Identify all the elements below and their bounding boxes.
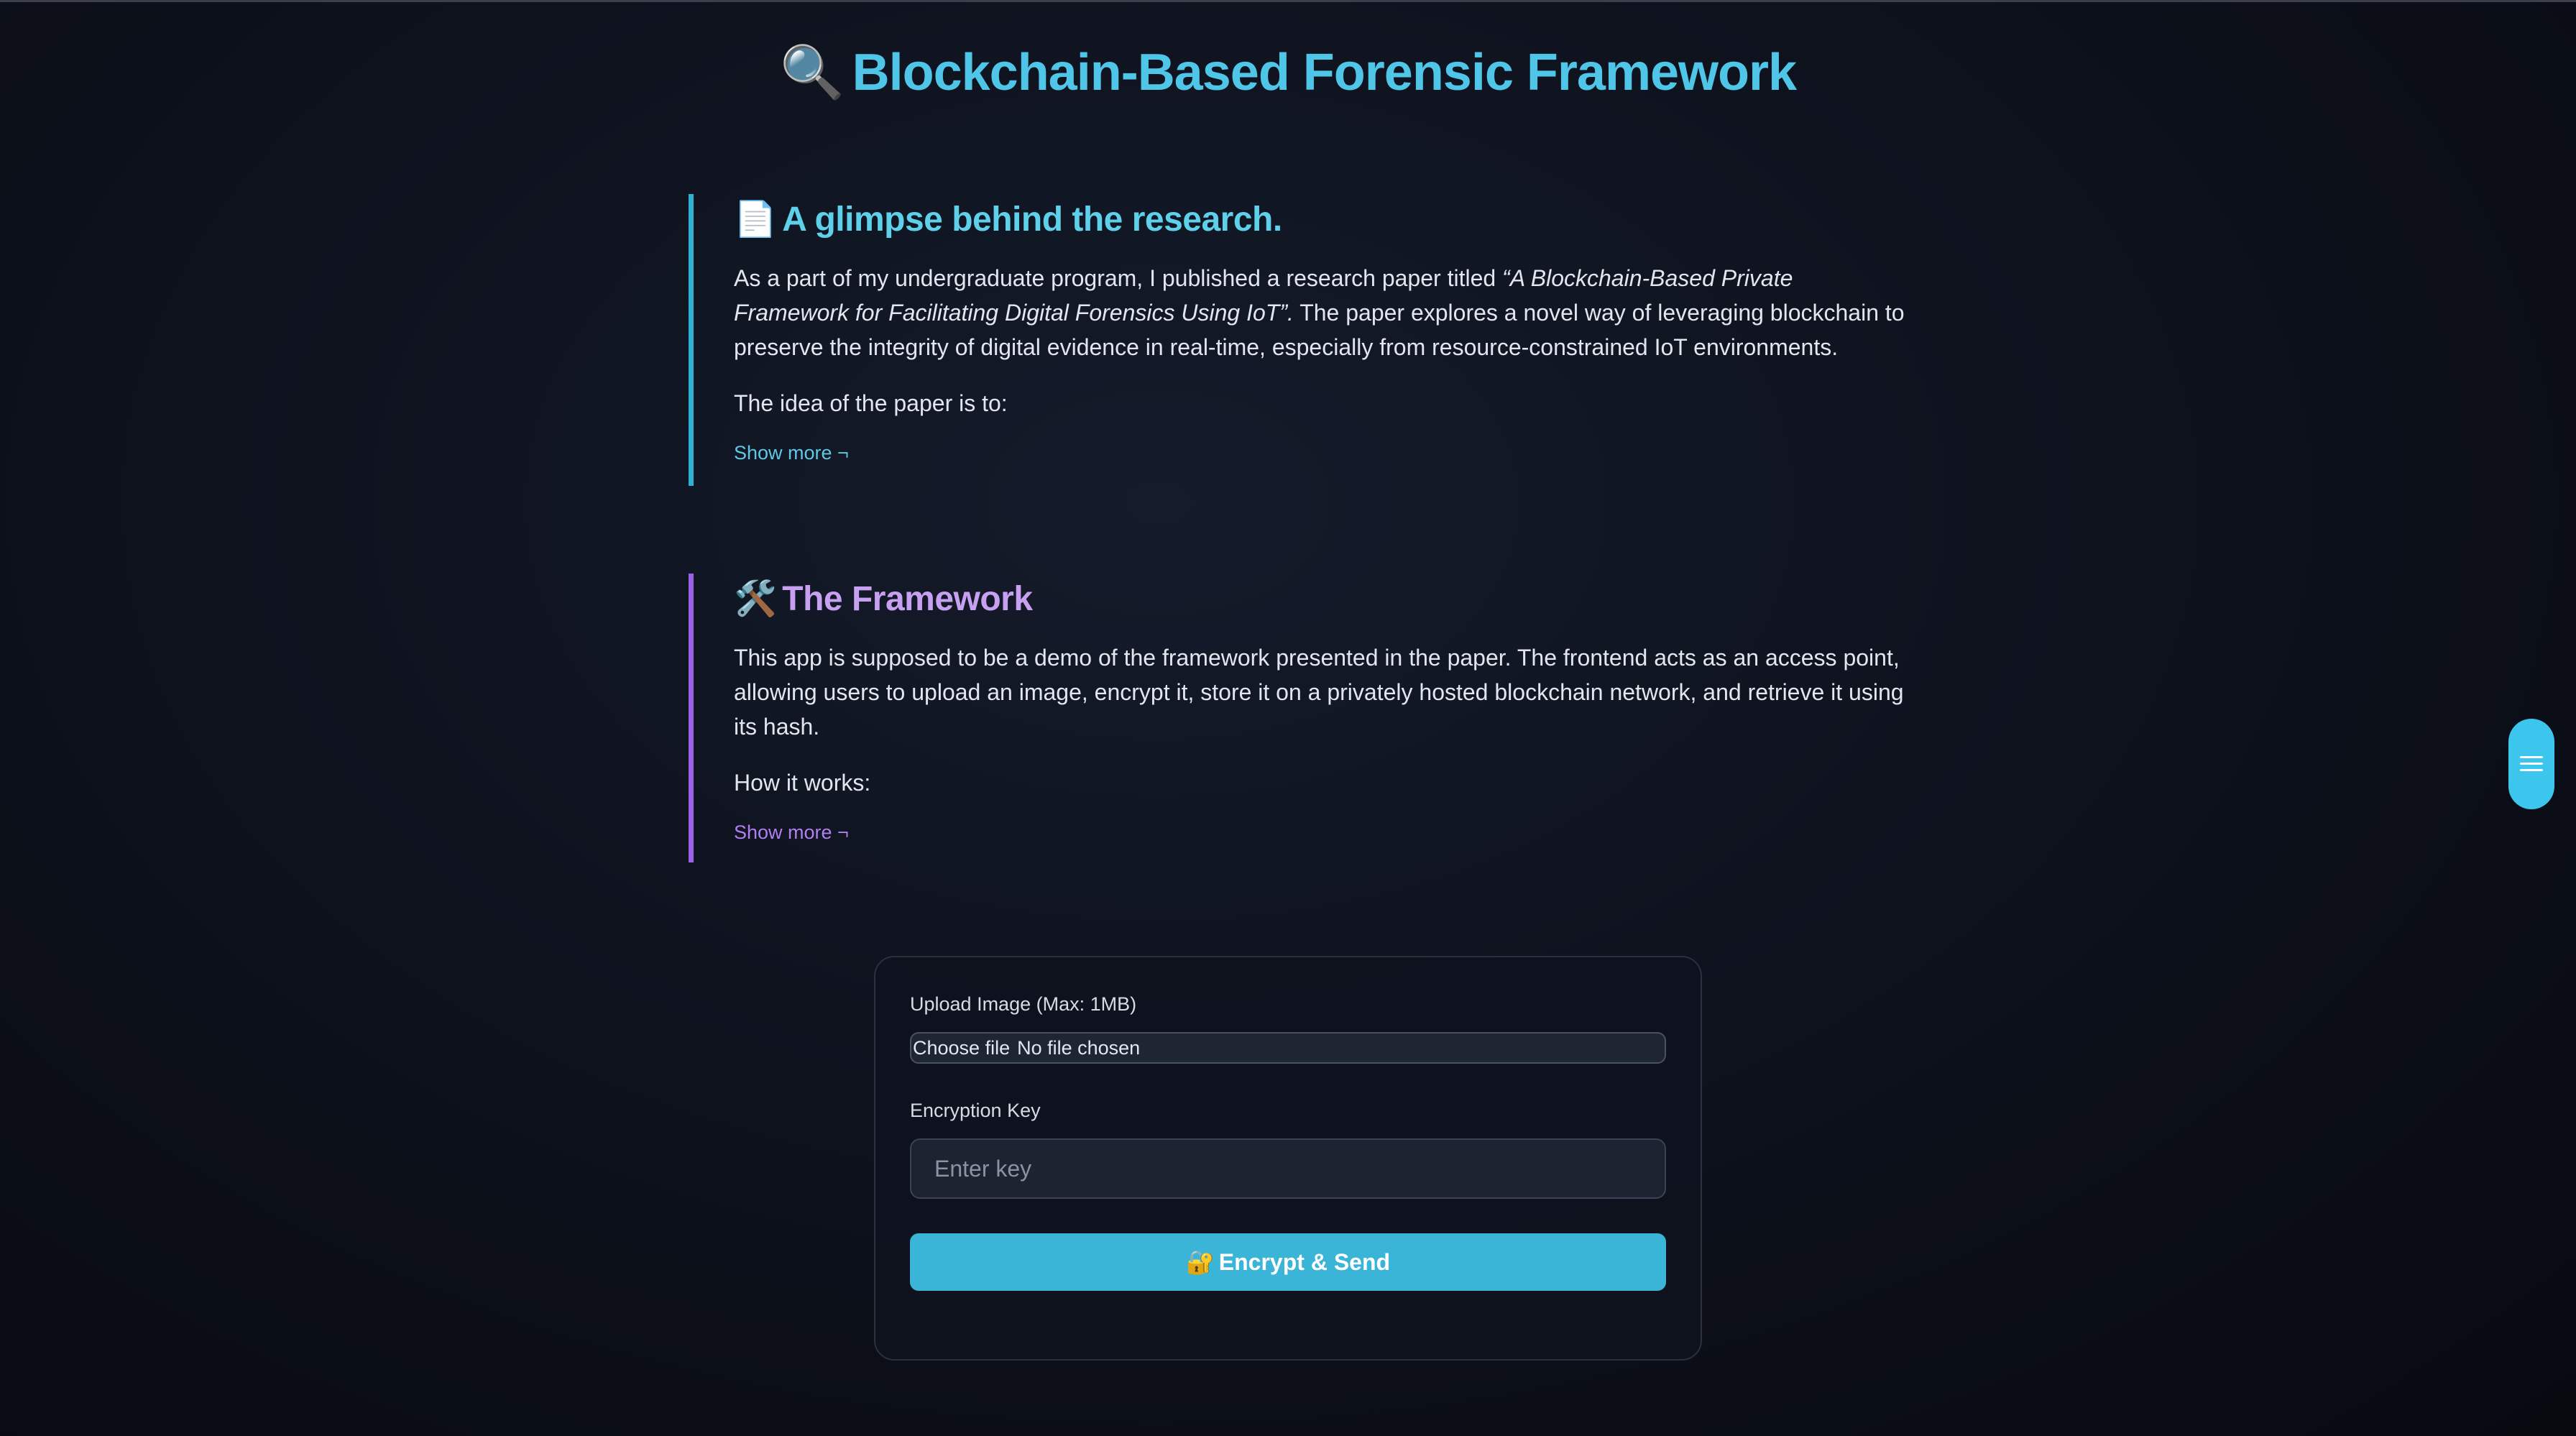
document-icon: 📄	[734, 201, 777, 239]
top-border	[0, 0, 2576, 2]
research-section: 📄 A glimpse behind the research. As a par…	[689, 194, 1905, 486]
research-heading: 📄 A glimpse behind the research.	[734, 194, 1900, 239]
research-idea-line: The idea of the paper is to:	[734, 390, 1008, 416]
choose-file-button[interactable]: Choose file	[913, 1037, 1010, 1059]
research-para-start: As a part of my undergraduate program, I…	[734, 265, 1503, 291]
framework-show-more-link[interactable]: Show more ¬	[734, 821, 849, 844]
framework-heading: 🛠️ The Framework	[734, 574, 1900, 619]
lock-key-icon: 🔐	[1185, 1249, 1215, 1275]
encryption-key-input[interactable]	[910, 1138, 1666, 1199]
upload-image-label: Upload Image (Max: 1MB)	[910, 993, 1137, 1015]
file-upload-input[interactable]: Choose file No file chosen	[910, 1032, 1666, 1064]
encrypt-send-label: Encrypt & Send	[1218, 1249, 1391, 1275]
research-paragraph: As a part of my undergraduate program, I…	[734, 261, 1905, 364]
no-file-status: No file chosen	[1017, 1037, 1141, 1059]
page-title-text: Blockchain-Based Forensic Framework	[852, 44, 1797, 101]
upload-form-card: Upload Image (Max: 1MB) Choose file No fi…	[874, 956, 1702, 1361]
floating-menu-button[interactable]	[2508, 719, 2554, 809]
framework-section: 🛠️ The Framework This app is supposed to …	[689, 574, 1904, 862]
hamburger-menu-icon	[2520, 756, 2543, 771]
framework-paragraph: This app is supposed to be a demo of the…	[734, 645, 1904, 740]
research-show-more-link[interactable]: Show more ¬	[734, 442, 849, 464]
encrypt-send-button[interactable]: 🔐 Encrypt & Send	[910, 1233, 1666, 1291]
encryption-key-label: Encryption Key	[910, 1100, 1041, 1121]
framework-how-line: How it works:	[734, 770, 871, 796]
page-title: 🔍 Blockchain-Based Forensic Framework	[0, 42, 2576, 103]
magnifying-glass-icon: 🔍	[779, 44, 845, 101]
research-heading-text: A glimpse behind the research.	[782, 201, 1282, 239]
framework-heading-text: The Framework	[782, 580, 1033, 618]
tools-icon: 🛠️	[734, 580, 777, 618]
